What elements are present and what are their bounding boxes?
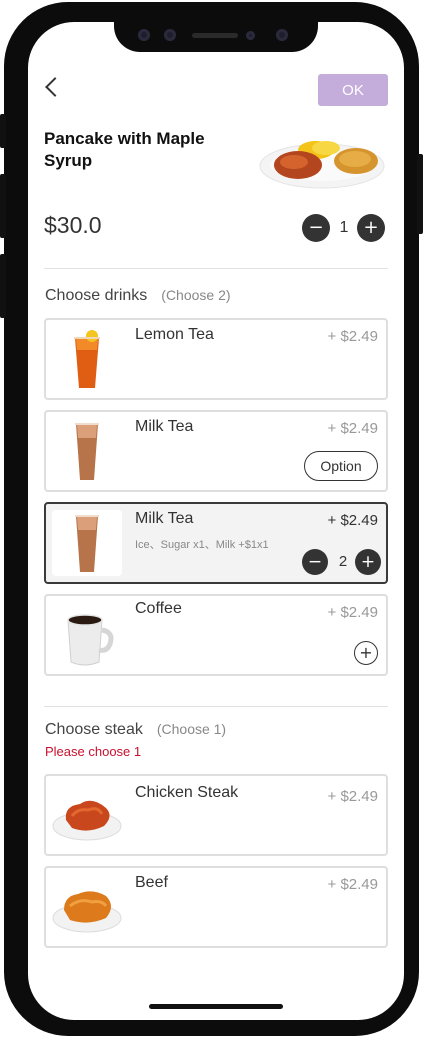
drink-name: Lemon Tea <box>135 326 214 343</box>
decrease-drink-button[interactable]: − <box>302 549 328 575</box>
steak-section-title: Choose steak (Choose 1) <box>45 721 226 739</box>
home-indicator <box>149 1004 283 1009</box>
volume-up-button <box>0 174 6 238</box>
steak-title: Choose steak <box>45 721 143 738</box>
app-screen: OK Pancake with Maple Syrup $30.0 − 1 + … <box>28 22 404 1020</box>
product-quantity: 1 <box>339 219 349 236</box>
drink-price: + $2.49 <box>327 512 378 529</box>
product-price: $30.0 <box>44 212 102 238</box>
product-image <box>259 141 385 189</box>
drinks-section-title: Choose drinks (Choose 2) <box>45 287 231 305</box>
add-icon[interactable]: + <box>354 641 378 665</box>
front-camera <box>276 29 288 41</box>
lemon-tea-image <box>74 330 100 388</box>
drink-card-milk-tea[interactable]: Milk Tea + $2.49 Option <box>44 410 388 492</box>
steak-price: + $2.49 <box>327 876 378 893</box>
notch <box>114 22 318 52</box>
drink-card-coffee[interactable]: Coffee + $2.49 + <box>44 594 388 676</box>
drink-card-milk-tea-selected[interactable]: Milk Tea + $2.49 Ice、Sugar x1、Milk +$1x1… <box>44 502 388 584</box>
drink-price: + $2.49 <box>327 328 378 345</box>
drink-price: + $2.49 <box>327 420 378 437</box>
divider <box>44 268 388 269</box>
coffee-image <box>67 614 114 666</box>
steak-warning: Please choose 1 <box>45 744 142 759</box>
ok-button[interactable]: OK <box>318 74 388 106</box>
increase-drink-button[interactable]: + <box>355 549 381 575</box>
chevron-left-icon <box>45 77 65 97</box>
steak-hint: (Choose 1) <box>156 721 227 737</box>
option-button[interactable]: Option <box>304 451 378 481</box>
mute-switch <box>0 114 6 148</box>
speaker <box>192 33 238 38</box>
drinks-title: Choose drinks <box>45 287 148 304</box>
drinks-hint: (Choose 2) <box>161 287 231 303</box>
increase-quantity-button[interactable]: + <box>357 214 385 242</box>
steak-price: + $2.49 <box>327 788 378 805</box>
sensor-dot <box>138 29 150 41</box>
steak-card-beef[interactable]: Beef + $2.49 <box>44 866 388 948</box>
milk-tea-image <box>52 510 122 576</box>
drink-name: Coffee <box>135 600 182 617</box>
divider <box>44 706 388 707</box>
back-button[interactable] <box>36 70 70 104</box>
sensor-dot <box>164 29 176 41</box>
steak-name: Beef <box>135 874 168 891</box>
drink-options-summary: Ice、Sugar x1、Milk +$1x1 <box>135 539 269 551</box>
power-button <box>417 154 423 234</box>
steak-card-chicken[interactable]: Chicken Steak + $2.49 <box>44 774 388 856</box>
chicken-steak-image <box>52 800 122 841</box>
sensor-dot <box>246 31 255 40</box>
milk-tea-image <box>75 423 99 480</box>
drink-card-lemon-tea[interactable]: Lemon Tea + $2.49 <box>44 318 388 400</box>
drink-price: + $2.49 <box>327 604 378 621</box>
volume-down-button <box>0 254 6 318</box>
steak-name: Chicken Steak <box>135 784 239 801</box>
phone-frame: OK Pancake with Maple Syrup $30.0 − 1 + … <box>0 2 423 1036</box>
drink-name: Milk Tea <box>135 510 194 527</box>
beef-image <box>52 891 122 933</box>
decrease-quantity-button[interactable]: − <box>302 214 330 242</box>
product-title: Pancake with Maple Syrup <box>44 129 205 170</box>
drink-quantity: 2 <box>338 553 348 570</box>
drink-name: Milk Tea <box>135 418 194 435</box>
